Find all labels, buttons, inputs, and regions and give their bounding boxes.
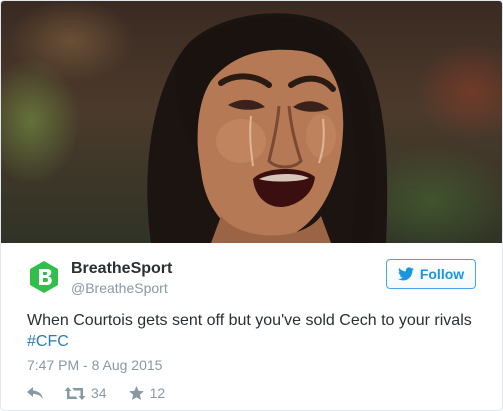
tweet-header: BreatheSport @BreatheSport Follow	[27, 259, 480, 299]
retweet-count: 34	[91, 385, 107, 401]
twitter-bird-icon	[397, 267, 414, 281]
like-count: 12	[149, 385, 166, 401]
breathesport-logo-icon[interactable]	[27, 260, 61, 294]
reply-icon	[27, 386, 43, 400]
retweet-button[interactable]: 34	[65, 385, 107, 401]
follow-label: Follow	[419, 266, 465, 282]
hashtag-link[interactable]: #CFC	[27, 331, 497, 352]
reply-button[interactable]	[27, 386, 43, 400]
tweet-photo[interactable]	[1, 1, 502, 243]
tweet-body: When Courtois gets sent off but you've s…	[27, 312, 472, 329]
like-button[interactable]: 12	[128, 385, 166, 401]
author-name[interactable]: BreatheSport	[71, 260, 172, 278]
tweet-actions: 34 12	[27, 384, 187, 402]
tweet-timestamp[interactable]: 7:47 PM - 8 Aug 2015	[27, 357, 162, 373]
follow-button[interactable]: Follow	[386, 259, 476, 289]
tweet-card: BreatheSport @BreatheSport Follow When C…	[0, 0, 503, 411]
retweet-icon	[65, 386, 85, 400]
author-handle[interactable]: @BreatheSport	[71, 280, 168, 296]
star-icon	[128, 386, 144, 400]
crying-player-photo	[147, 13, 388, 243]
tweet-text: When Courtois gets sent off but you've s…	[27, 310, 497, 352]
